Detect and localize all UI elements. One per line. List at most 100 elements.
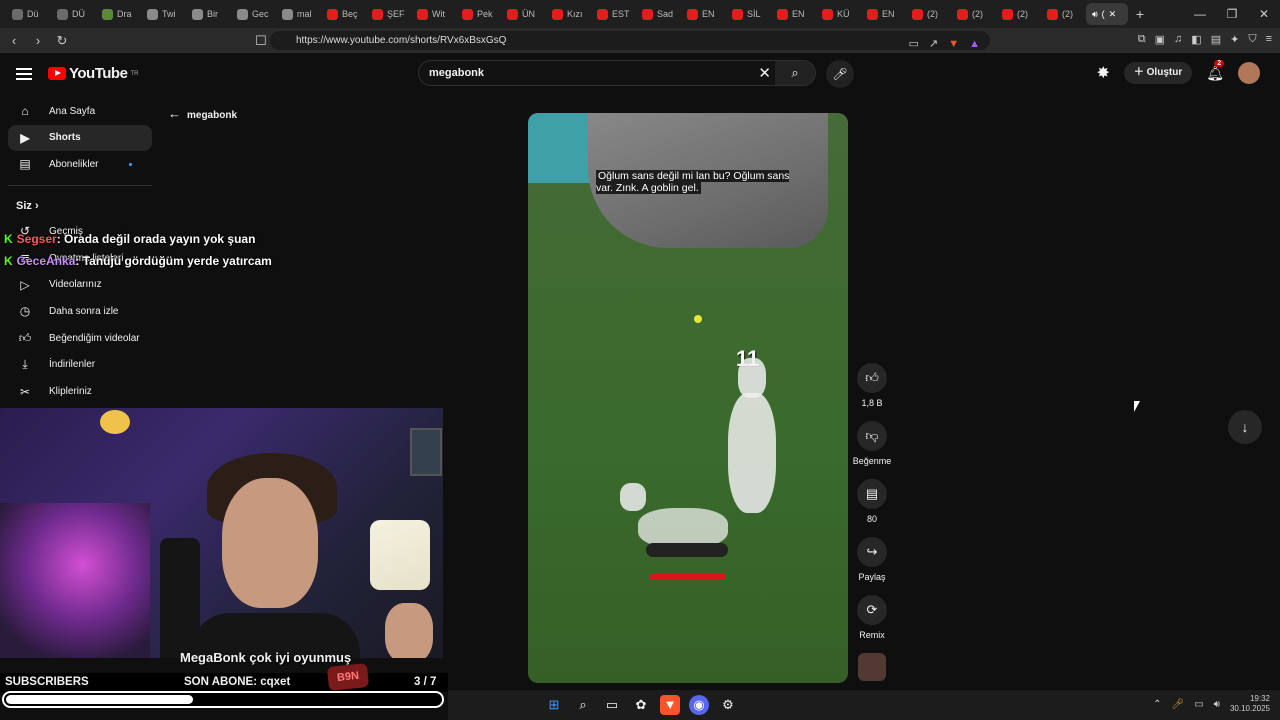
browser-tab[interactable]: Pek [456,3,501,25]
browser-tab[interactable]: ŞEF [366,3,411,25]
back-to-search-link[interactable]: ← megabonk [168,106,237,121]
browser-tab[interactable]: Wit [411,3,456,25]
browser-tab[interactable]: EN [771,3,816,25]
account-avatar[interactable] [1238,62,1260,84]
share-button[interactable]: ↪ Paylaş [852,537,892,582]
comments-button[interactable]: ▤ 80 [852,479,892,524]
cast-icon[interactable]: ▭ [909,35,919,54]
browser-tab[interactable]: (2) [1041,3,1086,25]
forward-arrow-icon[interactable]: › [28,33,48,48]
youtube-logo[interactable]: YouTube TR [48,65,138,82]
sidebar-item-downloads[interactable]: ⤓ İndirilenler [8,352,152,378]
notifications-bell-icon[interactable]: 🔔︎ 2 [1206,59,1225,82]
browser-tab[interactable]: Dra [96,3,141,25]
dislike-button[interactable]: 👎︎ Beğenme [852,421,892,466]
leo-icon[interactable]: ✦ [1230,33,1239,46]
browser-tab[interactable]: ÜN [501,3,546,25]
sidebar-item-liked[interactable]: 👍︎ Beğendiğim videolar [8,325,152,351]
clear-search-icon[interactable]: ✕ [758,64,771,82]
browser-tab[interactable]: Sad [636,3,681,25]
search-icon[interactable]: ⌕ [775,61,815,85]
like-button[interactable]: 👍︎ 1,8 B [852,363,892,408]
discord-icon[interactable]: ◉ [689,695,709,715]
search-icon[interactable]: ⌕ [573,695,593,715]
tab-favicon-icon [687,8,698,20]
chevron-up-icon[interactable]: ⌃ [1153,699,1161,710]
brave-rewards-icon[interactable]: ▲ [969,35,980,54]
close-tab-icon[interactable]: ✕ [1109,9,1117,20]
channel-avatar-button[interactable] [852,653,892,681]
close-window-button[interactable]: ✕ [1248,0,1280,28]
sidebar-item-home[interactable]: ⌂ Ana Sayfa [8,98,152,124]
share-icon[interactable]: ↗ [929,35,938,54]
bookmark-icon[interactable]: ☐ [251,33,271,49]
reload-icon[interactable]: ↻ [52,33,72,49]
sidebar-item-shorts[interactable]: ▶ Shorts [8,124,152,151]
kick-icon: K [4,254,13,268]
url-field[interactable]: https://www.youtube.com/shorts/RVx6xBsxG… [270,31,990,50]
sidebar-item-label: Klipleriniz [49,386,92,397]
task-view-icon[interactable]: ▭ [602,695,622,715]
browser-tab[interactable]: (2) [951,3,996,25]
search-box[interactable]: megabonk ✕ ⌕ [418,60,816,86]
voice-search-icon[interactable]: 🎤︎ [826,60,854,88]
search-input[interactable]: megabonk [429,67,484,79]
xp-gem [694,315,702,323]
volume-icon[interactable]: 🔊︎ [1214,699,1220,710]
create-button[interactable]: ＋ Oluştur [1123,62,1193,84]
browser-tab[interactable]: (2) [906,3,951,25]
player-skeleton [638,508,728,548]
windows-start-icon[interactable]: ⊞ [544,695,564,715]
browser-tab[interactable]: EST [591,3,636,25]
browser-tab[interactable]: Gec [231,3,276,25]
remix-button[interactable]: ⟳ Remix [852,595,892,640]
stream-ticker-text: MegaBonk çok iyi oyunmuş [180,650,352,665]
chatgpt-icon[interactable]: ✿ [631,695,651,715]
sidebar-item-subscriptions[interactable]: ▤ Abonelikler [8,151,152,177]
browser-tab[interactable]: Beç [321,3,366,25]
browser-tab[interactable]: Twi [141,3,186,25]
comment-icon: ▤ [857,479,887,509]
tab-favicon-icon [597,8,608,20]
new-tab-button[interactable]: + [1128,6,1152,22]
menu-icon[interactable] [16,65,32,83]
browser-tab-active[interactable]: 🔊︎(✕ [1086,3,1128,25]
browser-tab[interactable]: SİL [726,3,771,25]
network-icon[interactable]: ▭ [1194,699,1203,710]
sidebar-toggle-icon[interactable]: ◧ [1191,33,1201,46]
minimize-button[interactable]: — [1184,0,1216,28]
sidebar-you-heading[interactable]: Siz › [8,194,152,218]
short-video-player[interactable]: Oğlum sans değil mi lan bu? Oğlum sans v… [528,113,848,683]
sidebar-item-watch-later[interactable]: ◷ Daha sonra izle [8,298,152,324]
brave-shields-icon[interactable]: ▼ [948,35,959,54]
wallet-icon[interactable]: ▤ [1211,33,1221,46]
vpn-icon[interactable]: ⛉ [1248,33,1256,46]
microphone-tray-icon[interactable]: 🎤︎ [1171,699,1184,710]
extensions-icon[interactable]: ⧉ [1138,33,1146,46]
menu-icon[interactable]: ≡ [1266,33,1272,46]
brave-browser-icon[interactable]: ▼ [660,695,680,715]
tab-favicon-icon [912,8,923,20]
steam-icon[interactable]: ⚙ [718,695,738,715]
sidebar-item-your-videos[interactable]: ▷ Videolarınız [8,272,152,298]
screenshot-icon[interactable]: ▣ [1155,33,1165,46]
browser-tab[interactable]: Kızı [546,3,591,25]
browser-tab[interactable]: EN [681,3,726,25]
browser-tab[interactable]: KÜ [816,3,861,25]
back-arrow-icon[interactable]: ‹ [4,33,24,48]
maximize-button[interactable]: ❐ [1216,0,1248,28]
browser-tab[interactable]: DÜ [51,3,96,25]
your-videos-icon: ▷ [20,277,30,292]
browser-tab[interactable]: mal [276,3,321,25]
window-controls: — ❐ ✕ [1184,0,1280,28]
premium-icon[interactable]: ✸ [1096,63,1109,83]
sidebar-item-clips[interactable]: ✂ Klipleriniz [8,379,152,405]
next-short-arrow-icon[interactable]: ↓ [1228,410,1262,444]
browser-tab[interactable]: (2) [996,3,1041,25]
browser-tab[interactable]: EN [861,3,906,25]
share-label: Paylaş [858,572,886,582]
browser-tab[interactable]: Bir [186,3,231,25]
browser-tab[interactable]: Dü [6,3,51,25]
clock[interactable]: 19:32 30.10.2025 [1230,694,1270,714]
media-icon[interactable]: ♫ [1174,33,1182,46]
